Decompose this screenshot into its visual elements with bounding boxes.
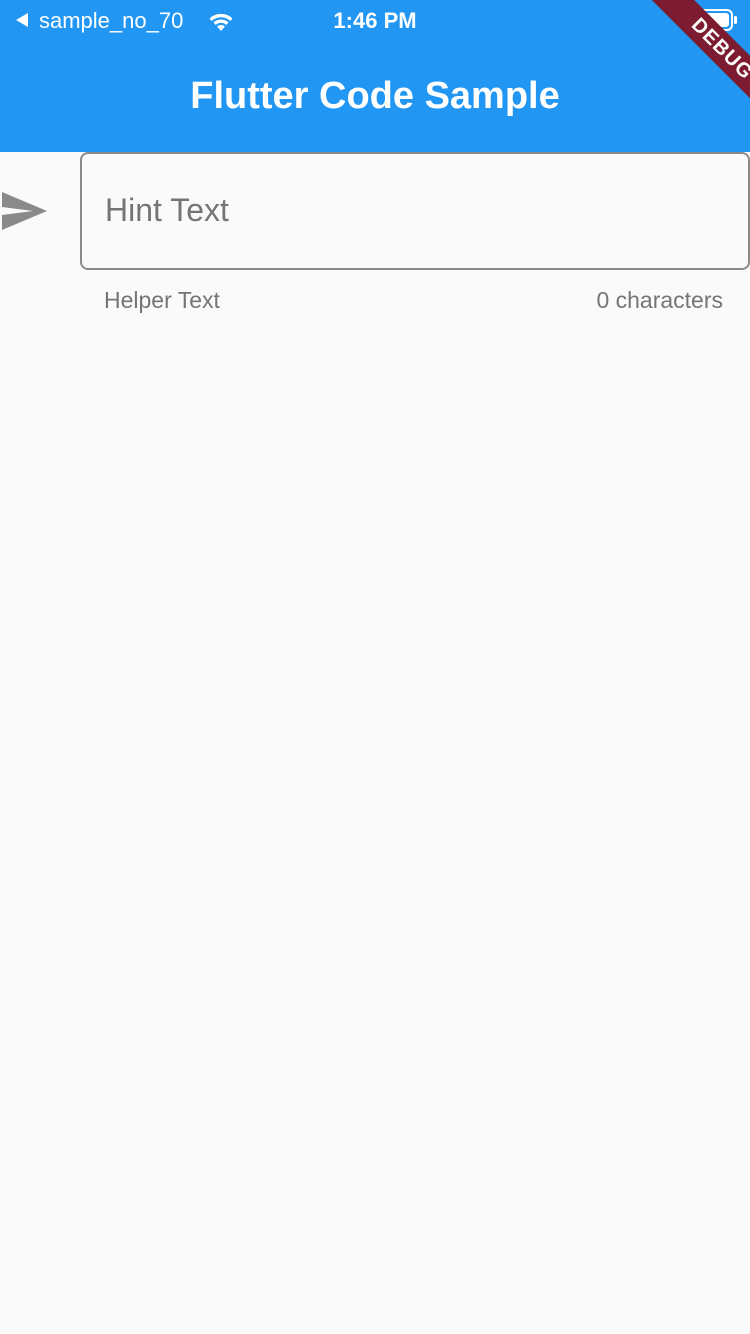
status-time: 1:46 PM xyxy=(333,8,417,33)
send-icon xyxy=(2,192,47,230)
app-bar: sample_no_70 1:46 PM Flutter Code Sample xyxy=(0,0,750,152)
character-counter: 0 characters xyxy=(596,287,723,313)
hint-text: Hint Text xyxy=(105,192,229,228)
battery-icon xyxy=(690,9,737,31)
page-title: Flutter Code Sample xyxy=(190,75,560,117)
helper-text: Helper Text xyxy=(104,287,220,313)
text-input-field[interactable]: Hint Text xyxy=(80,152,750,270)
status-bar: sample_no_70 1:46 PM xyxy=(0,0,750,40)
